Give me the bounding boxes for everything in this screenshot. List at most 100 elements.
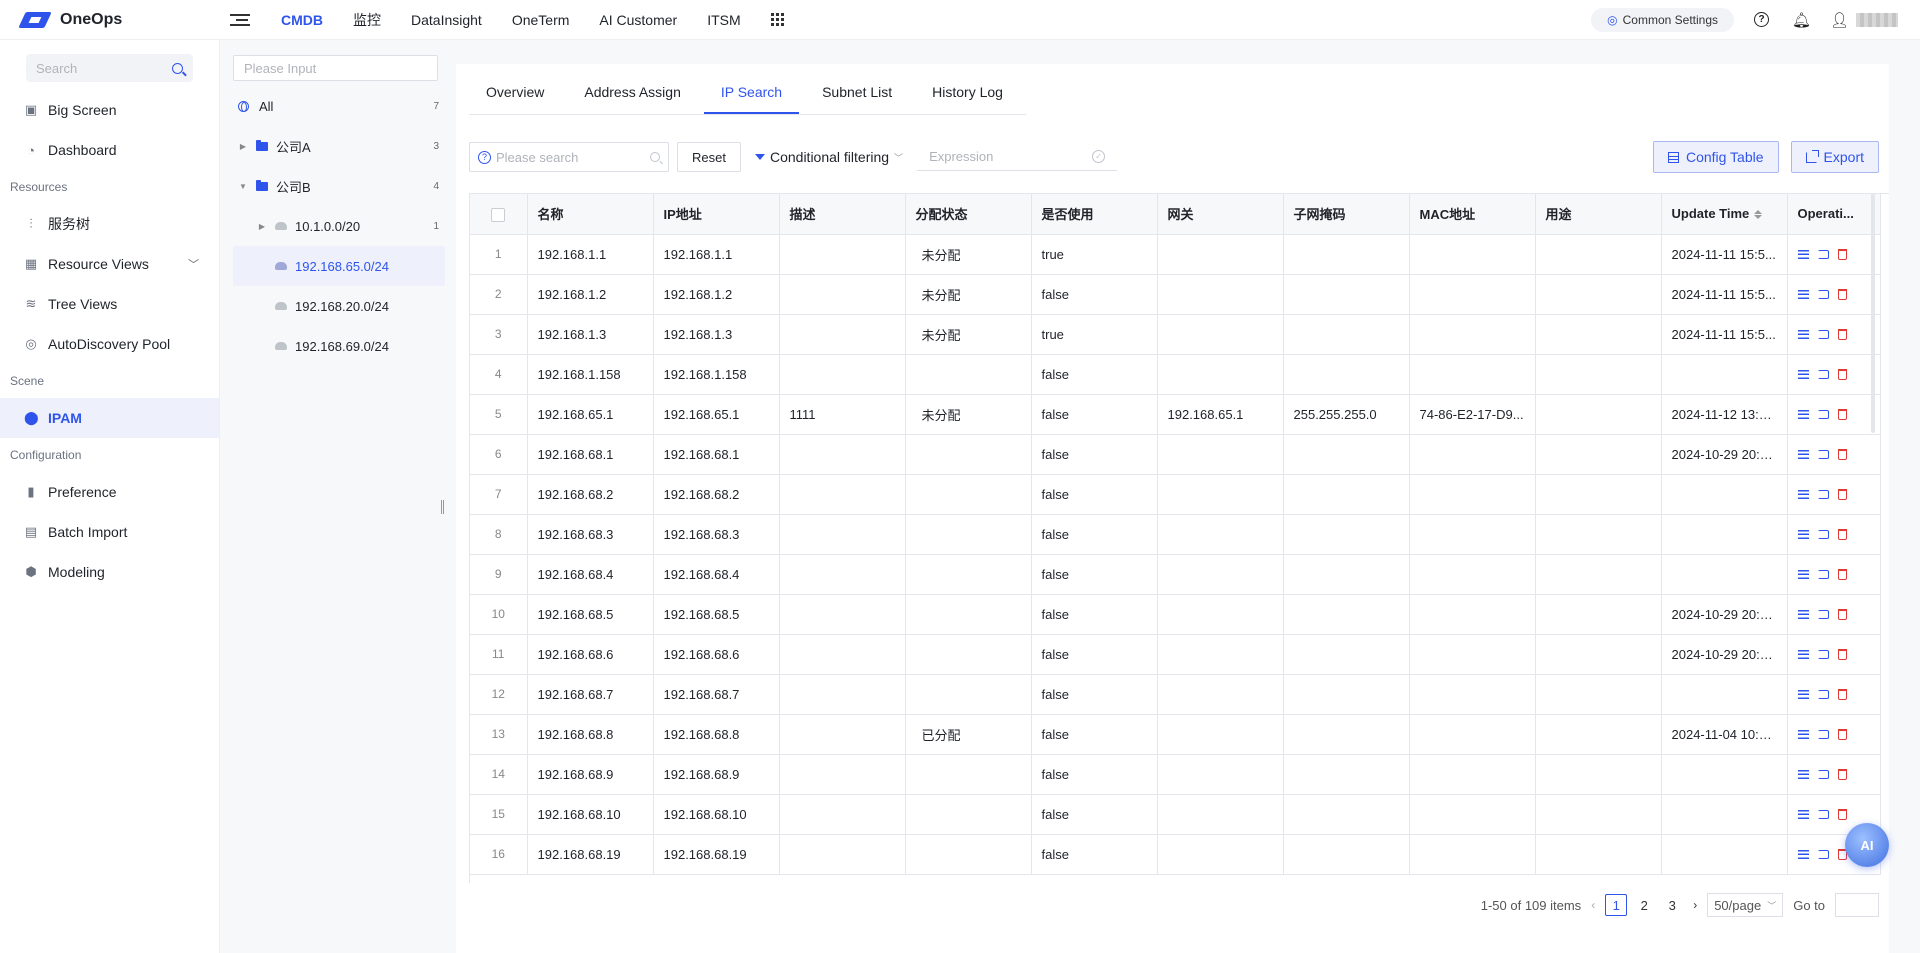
column-header[interactable]: MAC地址 (1409, 194, 1536, 235)
sync-icon[interactable] (1817, 489, 1829, 499)
tree-node[interactable]: ▶ 10.1.0.0/20 1 (233, 206, 445, 246)
sync-icon[interactable] (1817, 609, 1829, 619)
tree-node[interactable]: ▶ 公司A 3 (233, 126, 445, 166)
detail-list-icon[interactable] (1797, 849, 1809, 859)
sync-icon[interactable] (1817, 809, 1829, 819)
sidebar-item-configuration_items-0[interactable]: ▮ Preference (0, 472, 219, 512)
column-header[interactable]: 子网掩码 (1283, 194, 1410, 235)
caret-right-icon[interactable]: ▶ (238, 142, 248, 151)
table-row[interactable]: 11 192.168.68.6 192.168.68.6 false 2024-10-2… (470, 634, 1881, 675)
sidebar-search-input[interactable] (36, 60, 156, 76)
detail-list-icon[interactable] (1797, 649, 1809, 659)
table-row[interactable]: 5 192.168.65.1 192.168.65.1 1111 未分配 false 192… (470, 394, 1881, 435)
column-header[interactable]: 描述 (779, 194, 906, 235)
delete-icon[interactable] (1837, 248, 1847, 260)
sync-icon[interactable] (1817, 729, 1829, 739)
delete-icon[interactable] (1837, 648, 1847, 660)
nav-item-0[interactable]: CMDB (266, 0, 338, 40)
delete-icon[interactable] (1837, 808, 1847, 820)
search-icon[interactable] (172, 62, 183, 74)
detail-list-icon[interactable] (1797, 769, 1809, 779)
tree-node[interactable]: 192.168.69.0/24 (233, 326, 445, 366)
sync-icon[interactable] (1817, 769, 1829, 779)
common-settings-button[interactable]: ◎ Common Settings (1591, 7, 1734, 32)
detail-list-icon[interactable] (1797, 729, 1809, 739)
tree-node[interactable]: 192.168.65.0/24 (233, 246, 445, 286)
export-button[interactable]: Export (1790, 141, 1879, 173)
delete-icon[interactable] (1837, 448, 1847, 460)
sidebar-item-resources_items-3[interactable]: ◎ AutoDiscovery Pool (0, 324, 219, 364)
delete-icon[interactable] (1837, 568, 1847, 580)
page-1-button[interactable]: 1 (1605, 894, 1628, 916)
conditional-filter-dropdown[interactable]: Conditional filtering ﹀ (754, 149, 903, 165)
page-3-button[interactable]: 3 (1661, 894, 1683, 916)
column-header[interactable]: 网关 (1157, 194, 1284, 235)
delete-icon[interactable] (1837, 288, 1847, 300)
sidebar-item-resources_items-1[interactable]: ▦ Resource Views ﹀ (0, 244, 219, 284)
sidebar-item-top_items-1[interactable]: ◔ Dashboard (0, 130, 219, 170)
delete-icon[interactable] (1837, 528, 1847, 540)
page-size-select[interactable]: 50/page ﹀ (1707, 893, 1784, 917)
delete-icon[interactable] (1837, 728, 1847, 740)
table-row[interactable]: 1 192.168.1.1 192.168.1.1 未分配 true 2024-11-11… (470, 234, 1881, 275)
table-search-input[interactable] (496, 149, 636, 165)
table-row[interactable]: 3 192.168.1.3 192.168.1.3 未分配 true 2024-11-11… (470, 314, 1881, 355)
chevron-down-icon[interactable]: ﹀ (188, 256, 199, 272)
sidebar-item-configuration_items-1[interactable]: ▤ Batch Import (0, 512, 219, 552)
search-help-icon[interactable]: ? (478, 150, 491, 164)
detail-list-icon[interactable] (1797, 289, 1809, 299)
sync-icon[interactable] (1817, 449, 1829, 459)
table-row[interactable]: 6 192.168.68.1 192.168.68.1 false 2024-10-29… (470, 434, 1881, 475)
menu-collapse-icon[interactable] (230, 13, 250, 26)
sort-icon[interactable] (1754, 210, 1763, 220)
table-row[interactable]: 7 192.168.68.2 192.168.68.2 false (470, 474, 1881, 515)
check-circle-icon[interactable]: ✓ (1092, 150, 1106, 163)
expression-field[interactable]: ✓ (917, 143, 1118, 171)
sync-icon[interactable] (1817, 569, 1829, 579)
table-row[interactable]: 15 192.168.68.10 192.168.68.10 false (470, 794, 1881, 835)
sync-icon[interactable] (1817, 649, 1829, 659)
nav-item-1[interactable]: 监控 (338, 0, 396, 40)
sync-icon[interactable] (1817, 249, 1829, 259)
table-row[interactable]: 12 192.168.68.7 192.168.68.7 false (470, 674, 1881, 715)
column-header[interactable]: 名称 (527, 194, 654, 235)
table-search[interactable]: ? (469, 142, 669, 172)
expression-input[interactable] (929, 149, 1080, 164)
ai-assistant-button[interactable]: AI (1845, 823, 1889, 867)
panel-resize-handle[interactable] (441, 500, 444, 514)
prev-page-icon[interactable]: ‹ (1591, 898, 1595, 912)
caret-right-icon[interactable]: ▶ (257, 222, 267, 231)
help-button[interactable]: ? (1754, 12, 1772, 27)
table-row[interactable]: 10 192.168.68.5 192.168.68.5 false 2024-10-2… (470, 594, 1881, 635)
detail-list-icon[interactable] (1797, 529, 1809, 539)
detail-list-icon[interactable] (1797, 369, 1809, 379)
nav-item-3[interactable]: OneTerm (497, 0, 585, 40)
nav-item-4[interactable]: AI Customer (584, 0, 692, 40)
sidebar-item-resources_items-2[interactable]: ≋ Tree Views (0, 284, 219, 324)
page-2-button[interactable]: 2 (1633, 894, 1655, 916)
sidebar-search[interactable] (26, 54, 193, 82)
table-row[interactable]: 16 192.168.68.19 192.168.68.19 false (470, 834, 1881, 875)
tree-filter-input[interactable] (233, 55, 438, 81)
bell-icon[interactable]: 🔔︎ (1792, 11, 1811, 29)
sync-icon[interactable] (1817, 529, 1829, 539)
delete-icon[interactable] (1837, 328, 1847, 340)
sidebar-item-configuration_items-2[interactable]: ⬢ Modeling (0, 552, 219, 592)
table-row[interactable]: 14 192.168.68.9 192.168.68.9 false (470, 754, 1881, 795)
detail-list-icon[interactable] (1797, 809, 1809, 819)
tree-node[interactable]: All 7 (233, 86, 445, 126)
user-menu[interactable]: 👤︎ (1830, 11, 1898, 29)
column-header[interactable]: 用途 (1535, 194, 1662, 235)
app-grid-icon[interactable] (770, 12, 785, 27)
table-scrollbar[interactable] (1871, 193, 1875, 433)
table-row[interactable]: 9 192.168.68.4 192.168.68.4 false (470, 554, 1881, 595)
search-icon[interactable] (650, 152, 660, 162)
detail-list-icon[interactable] (1797, 449, 1809, 459)
caret-down-icon[interactable]: ▼ (238, 182, 248, 191)
goto-page-input[interactable] (1835, 893, 1879, 917)
detail-list-icon[interactable] (1797, 689, 1809, 699)
detail-list-icon[interactable] (1797, 489, 1809, 499)
sync-icon[interactable] (1817, 369, 1829, 379)
sidebar-item-scene_items-0[interactable]: ⬤ IPAM (0, 398, 219, 438)
tab-1[interactable]: Address Assign (567, 78, 698, 114)
